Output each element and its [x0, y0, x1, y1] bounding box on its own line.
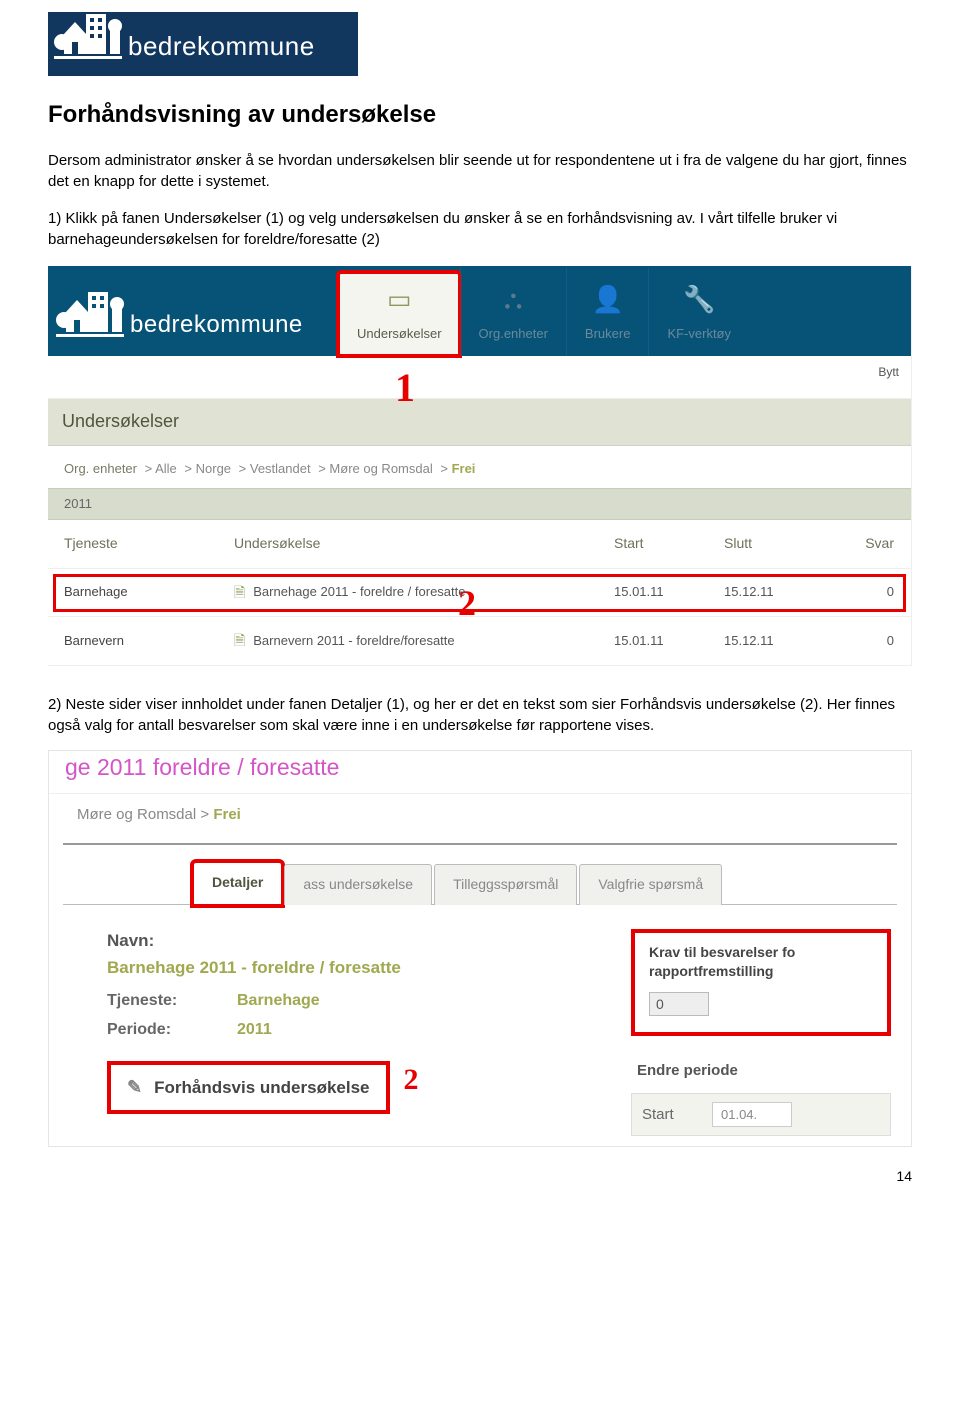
field-periode: Periode: 2011 [107, 1019, 591, 1041]
tab-undersokelser[interactable]: ▭ Undersøkelser [338, 272, 460, 356]
tab-label: Brukere [585, 325, 631, 343]
tab-label: KF-verktøy [667, 325, 731, 343]
window-icon: ▭ [387, 281, 412, 317]
breadcrumb[interactable]: Møre og Romsdal > Frei [49, 794, 911, 843]
detail-tabs: Detaljer 1 ass undersøkelse Tilleggsspør… [63, 845, 897, 905]
year-filter[interactable]: 2011 [48, 488, 911, 520]
preview-survey-button[interactable]: ✎ Forhåndsvis undersøkelse [107, 1061, 390, 1114]
detail-panel: Navn: Barnehage 2011 - foreldre / foresa… [49, 905, 911, 1146]
subbar: Bytt [48, 356, 911, 400]
tab-brukere[interactable]: 👤 Brukere [566, 268, 649, 356]
brand-text: bedrekommune [128, 28, 315, 64]
tab-detaljer[interactable]: Detaljer 1 [193, 862, 282, 905]
annotation-1: 1 [395, 360, 415, 416]
screenshot-2: ge 2011 foreldre / foresatte Møre og Rom… [48, 750, 912, 1147]
annotation-2: 2 [404, 1059, 419, 1101]
table-header: Tjeneste Undersøkelse Start Slutt Svar [48, 520, 911, 569]
page-title: Forhåndsvisning av undersøkelse [48, 98, 912, 132]
survey-link[interactable]: 🗎 Barnevern 2011 - foreldre/foresatte [234, 631, 455, 651]
page-number: 14 [48, 1167, 912, 1187]
section-header: Undersøkelser [48, 399, 911, 445]
paragraph-2: 1) Klikk på fanen Undersøkelser (1) og v… [48, 208, 912, 250]
brand-banner: bedrekommune [48, 12, 358, 76]
tab-valgfrie[interactable]: Valgfrie spørsmå [579, 864, 722, 905]
tab-tilpass[interactable]: ass undersøkelse [284, 864, 432, 905]
wrench-icon: 🔧 [683, 281, 715, 317]
tab-label: Org.enheter [479, 325, 548, 343]
table-row[interactable]: Barnehage 🗎 Barnehage 2011 - foreldre / … [48, 569, 911, 618]
survey-link[interactable]: 🗎 Barnehage 2011 - foreldre / foresatte [234, 583, 466, 603]
threshold-input[interactable] [649, 992, 709, 1016]
document-icon: 🗎 [234, 583, 245, 603]
screenshot-1: bedrekommune ▭ Undersøkelser ⛬ Org.enhet… [48, 266, 912, 666]
start-date-input[interactable] [712, 1102, 792, 1127]
top-nav: bedrekommune ▭ Undersøkelser ⛬ Org.enhet… [48, 266, 911, 356]
edit-icon: ✎ [127, 1075, 142, 1100]
paragraph-3: 2) Neste sider viser innholdet under fan… [48, 694, 912, 736]
tab-orgenheter[interactable]: ⛬ Org.enheter [460, 268, 566, 356]
brand-logo-icon [56, 290, 124, 346]
brand-logo-icon [54, 12, 122, 68]
field-navn-value: Barnehage 2011 - foreldre / foresatte [107, 956, 591, 980]
tab-tillegg[interactable]: Tilleggsspørsmål [434, 864, 577, 905]
breadcrumb[interactable]: Org. enheter > Alle > Norge > Vestlandet… [48, 446, 911, 488]
brand-text: bedrekommune [130, 308, 303, 342]
document-icon: 🗎 [234, 631, 245, 651]
tab-kfverktoy[interactable]: 🔧 KF-verktøy [648, 268, 749, 356]
brand-in-nav: bedrekommune [48, 290, 338, 356]
field-navn: Navn: [107, 929, 591, 953]
response-threshold-box: Krav til besvarelser fo rapportfremstill… [631, 929, 891, 1036]
field-tjeneste: Tjeneste: Barnehage [107, 990, 591, 1012]
table-row[interactable]: Barnevern 🗎 Barnevern 2011 - foreldre/fo… [48, 617, 911, 666]
paragraph-1: Dersom administrator ønsker å se hvordan… [48, 150, 912, 192]
user-icon: 👤 [591, 281, 623, 317]
orgchart-icon: ⛬ [504, 281, 522, 317]
tab-label: Undersøkelser [357, 325, 442, 343]
start-date-row: Start [631, 1093, 891, 1136]
survey-title-header: ge 2011 foreldre / foresatte [49, 751, 911, 794]
change-period-label: Endre periode [637, 1060, 891, 1081]
